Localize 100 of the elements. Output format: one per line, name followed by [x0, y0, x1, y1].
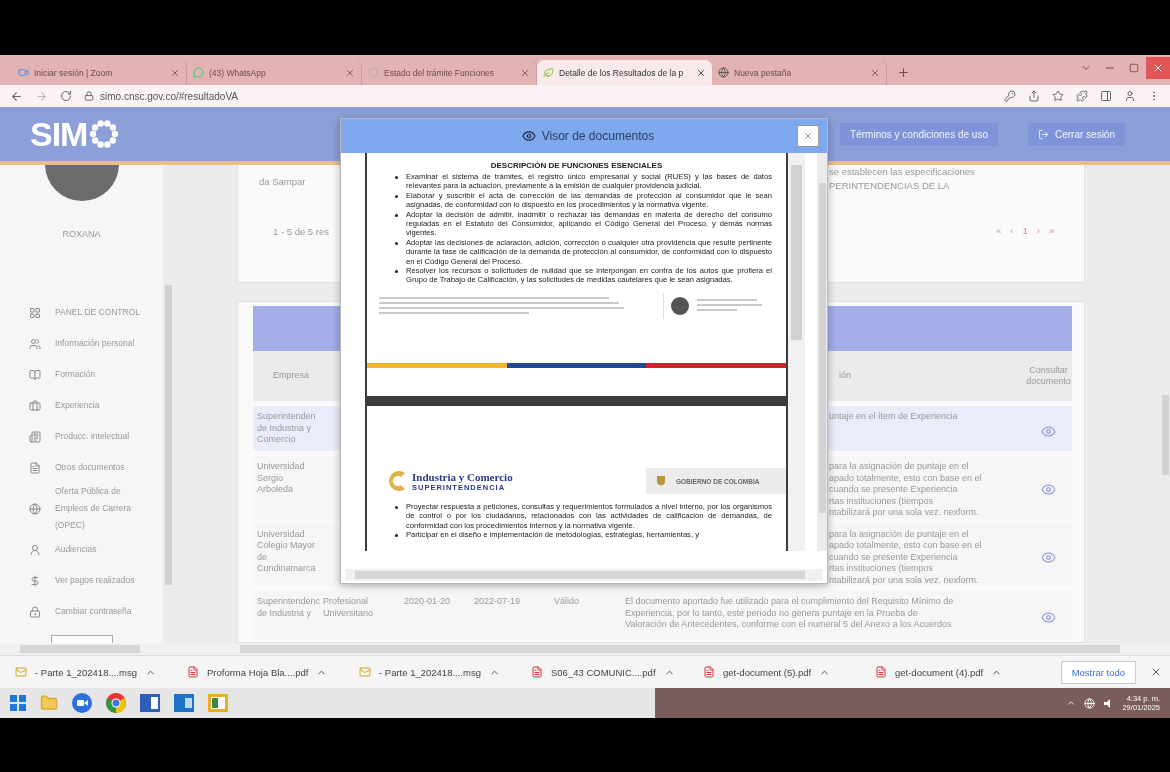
sidebar-item[interactable]: Información personal	[0, 328, 163, 359]
sidebar-item[interactable]: PANEL DE CONTROL	[0, 297, 163, 328]
table-cell-text: 2020-01-20	[403, 596, 452, 608]
view-document-icon[interactable]	[1041, 610, 1056, 625]
extensions-icon[interactable]	[1076, 90, 1088, 102]
view-document-icon[interactable]	[1041, 549, 1056, 565]
horizontal-scrollbar[interactable]	[0, 643, 1170, 655]
sidebar-item[interactable]: Experiencia	[0, 390, 163, 421]
close-icon	[803, 131, 813, 141]
download-item[interactable]: S06_43 COMUNIC....pdf	[531, 666, 703, 678]
book-icon	[29, 368, 41, 381]
close-icon[interactable]	[870, 67, 880, 78]
sidebar-item[interactable]: Ver pagos realizados	[0, 565, 163, 596]
tray-caret-icon[interactable]	[1066, 698, 1077, 708]
sidebar-item[interactable]: Otros documentos	[0, 452, 163, 483]
new-tab-button[interactable]	[897, 66, 910, 79]
briefcase-icon	[29, 399, 41, 412]
back-button[interactable]	[10, 89, 23, 103]
people-icon	[29, 337, 41, 350]
key-icon[interactable]	[1004, 90, 1016, 102]
user-name: ROXANA	[62, 229, 101, 239]
pagination-link[interactable]: «	[996, 225, 1002, 239]
browser-tab[interactable]: Detalle de los Resultados de la p	[537, 60, 712, 85]
logout-icon	[1037, 128, 1049, 140]
table-cell-text: Superintenden de Industria y Comercio	[256, 411, 317, 446]
mail-app-icon[interactable]	[174, 694, 194, 712]
profile-icon[interactable]	[1124, 90, 1136, 102]
forward-button[interactable]	[35, 89, 48, 103]
sidebar-item[interactable]: Cambiar contraseña	[0, 596, 163, 627]
close-icon[interactable]	[345, 67, 355, 78]
dialog-scrollbar[interactable]	[817, 153, 827, 551]
download-item[interactable]: - Parte 1_202418....msg	[15, 666, 187, 678]
grid-icon	[29, 306, 41, 319]
bullet-dot	[395, 176, 398, 179]
video-app-icon[interactable]	[72, 693, 92, 713]
mail-file-icon	[359, 666, 371, 678]
star-icon[interactable]	[1052, 90, 1064, 102]
close-icon[interactable]	[520, 67, 530, 78]
bullet-dot	[395, 270, 398, 274]
table-cell-text: Superintendenc de Industria y	[256, 596, 321, 619]
table-cell-text: Universidad Sergio Arboleda	[256, 461, 306, 496]
window-app-icon[interactable]	[208, 694, 228, 712]
favicon-icon	[718, 67, 729, 78]
terms-button[interactable]: Términos y condiciones de uso	[840, 122, 998, 146]
address-field[interactable]: simo.cnsc.gov.co/#resultadoVA	[100, 90, 239, 102]
close-button[interactable]	[797, 125, 819, 147]
site-logo: SIM	[30, 114, 88, 154]
results-count: 1 - 5 de 5 res	[272, 225, 330, 239]
mail-file-icon	[15, 666, 27, 678]
dialog-horizontal-scrollbar[interactable]	[345, 569, 823, 581]
folder-icon[interactable]	[40, 694, 58, 712]
bullet-dot	[395, 506, 398, 509]
reload-button[interactable]	[60, 90, 72, 102]
pdf-file-icon	[703, 666, 715, 678]
favicon-icon	[18, 67, 29, 78]
bullet-dot	[395, 213, 398, 217]
share-icon[interactable]	[1028, 90, 1040, 102]
document-app-icon[interactable]	[140, 694, 160, 712]
view-document-icon[interactable]	[1041, 482, 1056, 498]
pagination-link[interactable]: »	[1048, 225, 1055, 239]
description-text: se establecen las especificaciones PERINTENDENCIAS DE LA	[829, 165, 975, 193]
close-icon[interactable]	[170, 67, 180, 78]
close-icon[interactable]	[696, 67, 706, 78]
viewer-scrollbar[interactable]	[788, 153, 805, 551]
close-icon	[1150, 666, 1162, 678]
side-panel-icon[interactable]	[1100, 90, 1112, 102]
column-header: Empresa	[272, 370, 310, 382]
pdf-file-icon	[531, 666, 543, 678]
browser-icon[interactable]	[106, 693, 126, 713]
download-item[interactable]: - Parte 1_202418....msg	[359, 666, 531, 678]
eye-icon	[521, 129, 536, 143]
windows-start-icon[interactable]	[10, 695, 26, 711]
view-document-icon[interactable]	[1041, 423, 1056, 439]
bullet-dot	[395, 534, 398, 538]
sidebar-item[interactable]: Audiencias	[0, 534, 163, 565]
show-all-button[interactable]: Mostrar todo	[1060, 660, 1136, 684]
favicon-icon	[543, 67, 554, 78]
pagination-link[interactable]: 1	[1022, 225, 1028, 239]
close-button[interactable]	[1146, 57, 1170, 79]
download-item[interactable]: get-document (5).pdf	[703, 666, 875, 678]
person-icon	[29, 543, 41, 556]
table-cell-text: untaje en el ítem de Experiencia	[829, 411, 959, 423]
table-cell-text: Válido	[553, 596, 581, 608]
network-icon[interactable]	[1084, 697, 1096, 709]
table-row[interactable]	[253, 591, 1072, 639]
download-item[interactable]: Proforma Hoja Bla....pdf	[187, 666, 359, 678]
gear-icon	[89, 119, 120, 149]
close-button[interactable]	[1150, 666, 1162, 678]
logout-button[interactable]: Cerrar sesión	[1027, 122, 1125, 146]
sidebar-item[interactable]: Producc. intelectual	[0, 421, 163, 452]
pdf-file-icon	[875, 666, 887, 678]
maximize-icon	[1129, 63, 1139, 73]
pagination-link[interactable]: ›	[1036, 225, 1040, 239]
pagination-link[interactable]: ‹	[1010, 225, 1014, 239]
sidebar-item[interactable]: Oferta Pública de Empleos de Carrera (OPEC)	[0, 483, 163, 534]
dialog-title: Visor de documentos	[541, 129, 655, 143]
bullet-dot	[395, 194, 398, 198]
sidebar-item[interactable]: Formación	[0, 359, 163, 390]
download-item[interactable]: get-document (4).pdf	[875, 666, 1047, 678]
lock-icon	[29, 605, 41, 618]
